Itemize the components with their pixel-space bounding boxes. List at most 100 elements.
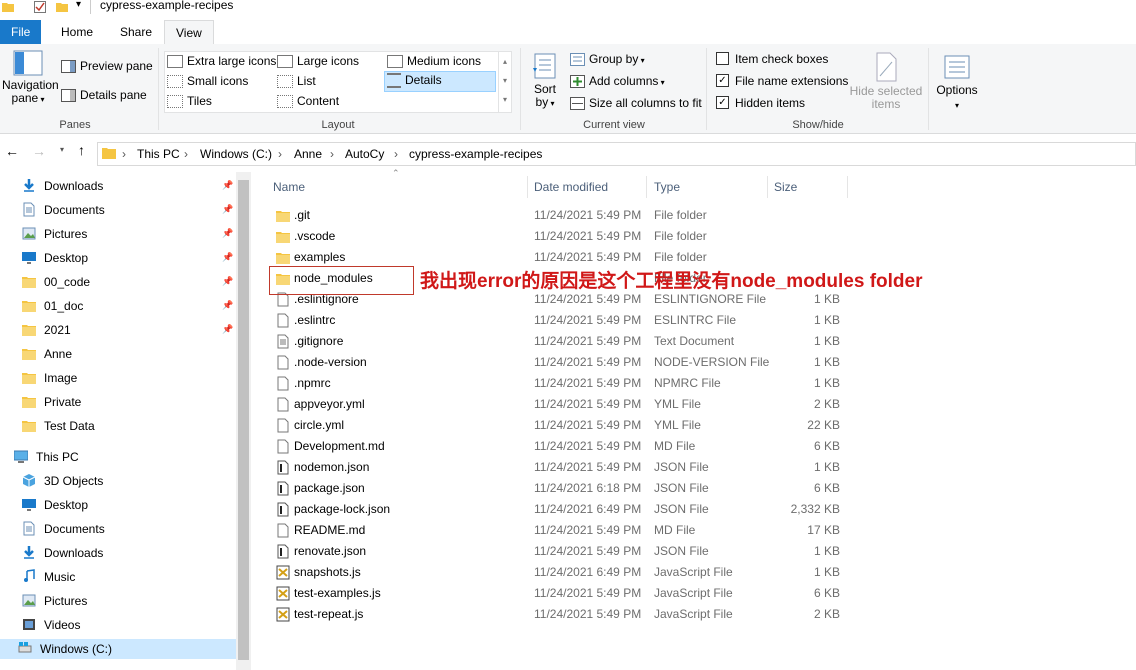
table-row[interactable]: .git 11/24/2021 5:49 PM File folder — [272, 205, 852, 226]
sidebar-item-this-pc[interactable]: This PC — [13, 447, 79, 467]
pin-icon[interactable]: 📌 — [222, 180, 233, 191]
sidebar-item-pictures[interactable]: Pictures — [22, 591, 87, 611]
breadcrumb-separator-icon[interactable]: › — [278, 147, 282, 161]
table-row[interactable]: test-examples.js 11/24/2021 5:49 PM JavaSc… — [272, 583, 852, 604]
table-row[interactable]: .vscode 11/24/2021 5:49 PM File folder — [272, 226, 852, 247]
pin-icon[interactable]: 📌 — [222, 276, 233, 287]
sidebar-item-anne[interactable]: Anne — [22, 344, 72, 364]
column-divider[interactable] — [767, 176, 768, 198]
breadcrumb-anne[interactable]: Anne — [294, 147, 322, 161]
layout-content[interactable]: Content — [277, 94, 339, 109]
layout-details[interactable]: Details — [384, 71, 496, 92]
column-size[interactable]: Size — [774, 180, 797, 194]
back-arrow-icon[interactable]: ← — [5, 143, 19, 159]
file-name-extensions-checkbox[interactable]: ✓ — [716, 74, 729, 88]
sidebar-item-private[interactable]: Private — [22, 392, 81, 412]
sidebar-item-3d-objects[interactable]: 3D Objects — [22, 471, 103, 491]
sidebar-item-image[interactable]: Image — [22, 368, 77, 388]
table-row[interactable]: examples 11/24/2021 5:49 PM File folder — [272, 247, 852, 268]
table-row[interactable]: snapshots.js 11/24/2021 6:49 PM JavaScript… — [272, 562, 852, 583]
sidebar-item-documents[interactable]: Documents — [22, 200, 105, 220]
folder-icon[interactable] — [2, 1, 14, 13]
recent-locations-chevron-icon[interactable]: ▾ — [60, 145, 64, 154]
size-all-columns-button[interactable]: Size all columns to fit — [570, 96, 702, 111]
layout-list[interactable]: List — [277, 74, 316, 89]
table-row[interactable]: .gitignore 11/24/2021 5:49 PM Text Documen… — [272, 331, 852, 352]
table-row[interactable]: .eslintrc 11/24/2021 5:49 PM ESLINTRC File… — [272, 310, 852, 331]
layout-extra-large-icons[interactable]: Extra large icons — [167, 54, 276, 69]
sidebar-item-downloads[interactable]: Downloads — [22, 176, 103, 196]
add-columns-button[interactable]: Add columns ▾ — [570, 74, 665, 89]
table-row[interactable]: renovate.json 11/24/2021 5:49 PM JSON File… — [272, 541, 852, 562]
sidebar-item-music[interactable]: Music — [22, 567, 75, 587]
layout-small-icons[interactable]: Small icons — [167, 74, 248, 89]
hide-selected-items-button[interactable]: Hide selected items — [848, 52, 924, 111]
sidebar-item-00-code[interactable]: 00_code — [22, 272, 90, 292]
column-divider[interactable] — [847, 176, 848, 198]
properties-check-icon[interactable] — [34, 1, 46, 13]
tab-share[interactable]: Share — [109, 20, 163, 44]
hidden-items-toggle[interactable]: ✓ Hidden items — [716, 96, 805, 110]
layout-scroll[interactable]: ▴ ▾ ▾ — [498, 52, 511, 112]
tab-file[interactable]: File — [0, 20, 41, 44]
sidebar-item-desktop[interactable]: Desktop — [22, 495, 88, 515]
breadcrumb-windows-c[interactable]: Windows (C:) — [200, 147, 272, 161]
address-bar[interactable]: › This PC › Windows (C:) › Anne › AutoCy… — [97, 142, 1136, 166]
pin-icon[interactable]: 📌 — [222, 228, 233, 239]
breadcrumb-separator-icon[interactable]: › — [394, 147, 398, 161]
breadcrumb-separator-icon[interactable]: › — [184, 147, 188, 161]
table-row[interactable]: .node-version 11/24/2021 5:49 PM NODE-VERS… — [272, 352, 852, 373]
column-divider[interactable] — [646, 176, 647, 198]
sidebar-item-videos[interactable]: Videos — [22, 615, 80, 635]
customize-toolbar-icon[interactable]: ▾ — [76, 0, 88, 11]
breadcrumb-this-pc[interactable]: This PC — [137, 147, 180, 161]
table-row[interactable]: README.md 11/24/2021 5:49 PM MD File 17 KB — [272, 520, 852, 541]
table-row[interactable]: test-repeat.js 11/24/2021 5:49 PM JavaScri… — [272, 604, 852, 625]
tab-home[interactable]: Home — [50, 20, 104, 44]
pin-icon[interactable]: 📌 — [222, 324, 233, 335]
details-pane-button[interactable]: Details pane — [61, 88, 147, 103]
options-button[interactable]: Options ▾ — [934, 54, 980, 113]
pin-icon[interactable]: 📌 — [222, 300, 233, 311]
table-row[interactable]: circle.yml 11/24/2021 5:49 PM YML File 22 K… — [272, 415, 852, 436]
hidden-items-checkbox[interactable]: ✓ — [716, 96, 729, 110]
column-divider[interactable] — [527, 176, 528, 198]
breadcrumb-separator-icon[interactable]: › — [330, 147, 334, 161]
file-name-extensions-toggle[interactable]: ✓ File name extensions — [716, 74, 848, 88]
sidebar-item-pictures[interactable]: Pictures — [22, 224, 87, 244]
item-check-boxes-checkbox[interactable] — [716, 52, 729, 66]
sort-by-button[interactable]: Sort by ▾ — [530, 52, 560, 110]
new-folder-icon[interactable] — [56, 1, 68, 13]
group-by-button[interactable]: Group by ▾ — [570, 52, 645, 67]
layout-medium-icons[interactable]: Medium icons — [387, 54, 481, 69]
tab-view[interactable]: View — [164, 20, 214, 46]
item-check-boxes-toggle[interactable]: Item check boxes — [716, 52, 828, 66]
sidebar-item-test-data[interactable]: Test Data — [22, 416, 95, 436]
pin-icon[interactable]: 📌 — [222, 252, 233, 263]
sidebar-item-windows-c-[interactable]: Windows (C:) — [0, 639, 236, 659]
sidebar-item-2021[interactable]: 2021 — [22, 320, 71, 340]
breadcrumb-separator-icon[interactable]: › — [122, 147, 126, 161]
table-row[interactable]: nodemon.json 11/24/2021 5:49 PM JSON File 1… — [272, 457, 852, 478]
navigation-pane-button[interactable]: Navigation pane ▾ — [2, 50, 59, 106]
table-row[interactable]: appveyor.yml 11/24/2021 5:49 PM YML File 2 … — [272, 394, 852, 415]
column-date-modified[interactable]: Date modified — [534, 180, 608, 194]
breadcrumb-cypress-example-recipes[interactable]: cypress-example-recipes — [409, 147, 542, 161]
layout-large-icons[interactable]: Large icons — [277, 54, 359, 69]
table-row[interactable]: package.json 11/24/2021 6:18 PM JSON File 6… — [272, 478, 852, 499]
sidebar-item-01-doc[interactable]: 01_doc — [22, 296, 83, 316]
table-row[interactable]: package-lock.json 11/24/2021 6:49 PM JSON … — [272, 499, 852, 520]
sidebar-item-desktop[interactable]: Desktop — [22, 248, 88, 268]
sidebar-item-documents[interactable]: Documents — [22, 519, 105, 539]
forward-arrow-icon[interactable]: → — [32, 143, 46, 159]
pin-icon[interactable]: 📌 — [222, 204, 233, 215]
breadcrumb-autocy[interactable]: AutoCy — [345, 147, 384, 161]
column-name[interactable]: Name — [273, 180, 305, 194]
preview-pane-button[interactable]: Preview pane — [61, 59, 153, 74]
up-arrow-icon[interactable]: ↑ — [78, 142, 85, 158]
table-row[interactable]: Development.md 11/24/2021 5:49 PM MD File 6… — [272, 436, 852, 457]
column-type[interactable]: Type — [654, 180, 680, 194]
sidebar-item-downloads[interactable]: Downloads — [22, 543, 103, 563]
layout-tiles[interactable]: Tiles — [167, 94, 212, 109]
navigation-scrollbar-thumb[interactable] — [238, 180, 249, 660]
